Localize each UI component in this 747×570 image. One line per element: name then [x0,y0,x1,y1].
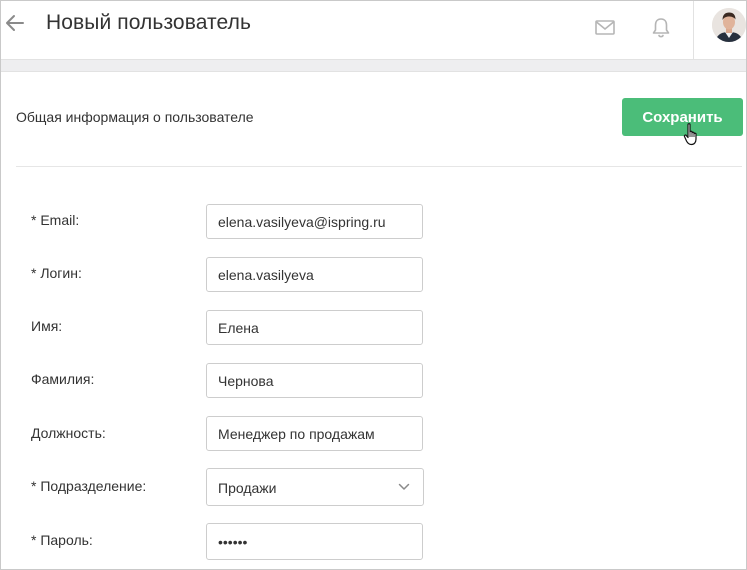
position-field[interactable] [206,416,423,451]
email-label: * Email: [31,212,80,228]
firstname-field[interactable] [206,310,423,345]
firstname-label: Имя: [31,318,63,334]
department-select[interactable]: Продажи [206,468,424,506]
bell-icon[interactable] [651,17,671,39]
department-label: * Подразделение: [31,478,147,494]
section-divider [16,166,742,167]
top-header: Новый пользователь [1,1,746,60]
login-label: * Логин: [31,265,82,281]
section-title: Общая информация о пользователе [16,109,254,125]
position-label: Должность: [31,425,106,441]
header-divider [693,1,694,59]
lastname-label: Фамилия: [31,371,95,387]
page-title: Новый пользователь [46,11,252,34]
hand-cursor-icon [683,123,697,146]
arrow-left-icon[interactable] [4,11,26,35]
password-field[interactable] [206,523,423,560]
department-select-value: Продажи [218,480,277,496]
app-window: Новый пользователь Общая информация о по… [0,0,747,570]
password-label: * Пароль: [31,532,93,548]
chevron-down-icon [398,483,410,490]
login-field[interactable] [206,257,423,292]
lastname-field[interactable] [206,363,423,398]
email-field[interactable] [206,204,423,239]
mail-icon[interactable] [595,19,615,37]
avatar[interactable] [712,8,746,42]
header-separator-band [1,60,746,72]
